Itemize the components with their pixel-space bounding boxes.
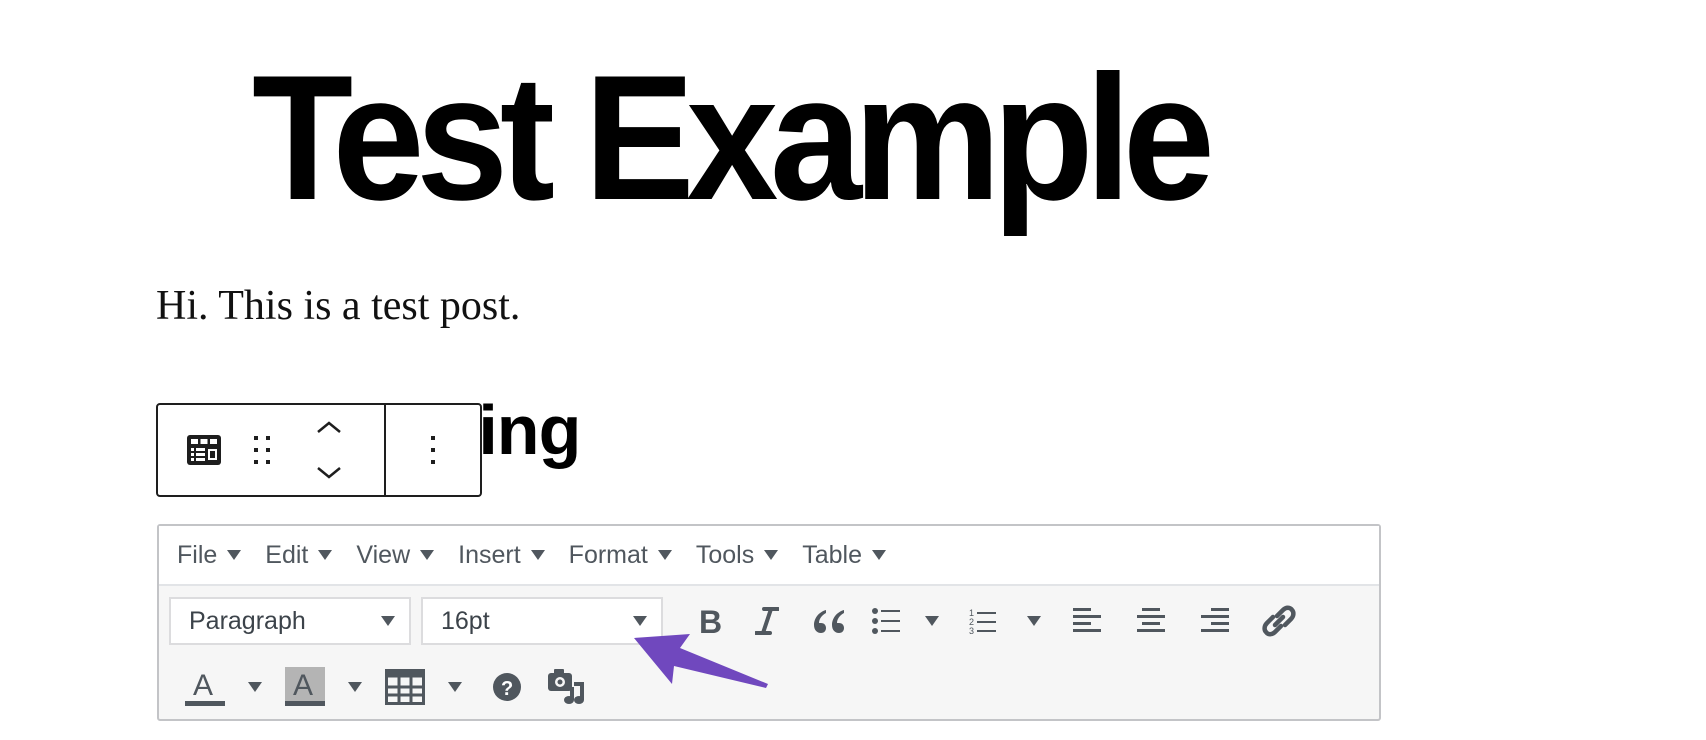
block-toolbar-main-group <box>158 405 386 495</box>
caret-down-icon <box>657 550 672 560</box>
align-right-button[interactable] <box>1183 597 1247 645</box>
caret-down-icon <box>1027 616 1041 626</box>
menu-file-label: File <box>177 540 218 569</box>
menu-file[interactable]: File <box>177 540 242 570</box>
block-toolbar <box>156 403 482 497</box>
help-button[interactable]: ? <box>477 663 537 711</box>
menu-format[interactable]: Format <box>569 541 672 570</box>
svg-text:A: A <box>293 669 313 702</box>
link-button[interactable] <box>1247 597 1311 645</box>
caret-down-icon <box>764 550 779 560</box>
numbered-list-icon: 1 2 3 <box>969 608 996 635</box>
caret-down-icon <box>530 550 545 560</box>
drag-handle-button[interactable] <box>250 432 274 468</box>
menu-insert-label: Insert <box>458 540 521 569</box>
table-icon <box>385 669 425 705</box>
editor-toolbar-row-1: Paragraph 16pt B 1 2 3 <box>159 586 1379 656</box>
caret-down-icon <box>348 682 362 692</box>
menu-edit-label: Edit <box>265 540 309 569</box>
block-mover <box>314 420 344 480</box>
align-center-icon <box>1137 608 1165 632</box>
menu-table-label: Table <box>802 540 862 569</box>
classic-editor: File Edit View Insert Format Tools Table… <box>157 524 1381 721</box>
numbered-list-button[interactable]: 1 2 3 <box>953 597 1013 645</box>
blockquote-button[interactable] <box>797 597 861 645</box>
font-size-select[interactable]: 16pt <box>421 597 663 645</box>
italic-icon <box>755 607 779 635</box>
italic-button[interactable] <box>737 597 797 645</box>
caret-down-icon <box>448 682 462 692</box>
svg-text:?: ? <box>501 678 513 700</box>
post-paragraph[interactable]: Hi. This is a test post. <box>156 278 520 334</box>
font-size-value: 16pt <box>441 606 490 635</box>
insert-media-button[interactable] <box>537 663 597 711</box>
insert-media-icon <box>548 669 584 704</box>
classic-block-icon <box>187 435 221 465</box>
background-color-icon: A <box>285 667 325 706</box>
menu-tools[interactable]: Tools <box>695 540 779 570</box>
align-left-button[interactable] <box>1055 597 1119 645</box>
caret-down-icon <box>227 550 242 560</box>
editor-menubar: File Edit View Insert Format Tools Table <box>159 526 1379 586</box>
menu-table[interactable]: Table <box>802 541 886 570</box>
chevron-up-icon[interactable] <box>316 420 342 434</box>
background-color-dropdown[interactable] <box>333 663 377 711</box>
text-color-icon: A <box>185 669 225 706</box>
svg-text:A: A <box>193 669 213 702</box>
bold-icon: B <box>699 606 721 636</box>
align-left-icon <box>1073 608 1101 632</box>
table-button[interactable] <box>377 663 433 711</box>
menu-format-label: Format <box>568 540 648 569</box>
post-title[interactable]: Test Example <box>252 38 1215 238</box>
align-right-icon <box>1201 608 1229 632</box>
bullet-list-dropdown[interactable] <box>911 597 953 645</box>
caret-down-icon <box>872 550 886 560</box>
background-color-button[interactable]: A <box>277 663 333 711</box>
block-format-value: Paragraph <box>189 606 306 635</box>
chevron-down-icon[interactable] <box>316 466 342 480</box>
help-icon: ? <box>493 673 521 701</box>
more-options-button[interactable] <box>430 435 436 465</box>
table-dropdown[interactable] <box>433 663 477 711</box>
numbered-list-dropdown[interactable] <box>1013 597 1055 645</box>
text-color-dropdown[interactable] <box>233 663 277 711</box>
block-type-button[interactable] <box>186 432 222 468</box>
caret-down-icon <box>633 616 647 626</box>
bullet-list-icon <box>872 608 900 634</box>
menu-tools-label: Tools <box>695 540 755 569</box>
block-toolbar-more-group <box>386 405 480 495</box>
caret-down-icon <box>318 550 333 560</box>
bullet-list-button[interactable] <box>861 597 911 645</box>
drag-handle-icon <box>254 436 270 464</box>
menu-insert[interactable]: Insert <box>458 541 545 570</box>
link-icon <box>1262 605 1296 637</box>
bold-button[interactable]: B <box>681 597 737 645</box>
svg-text:B: B <box>699 606 721 636</box>
editor-toolbar-row-2: A A ? <box>159 656 1379 718</box>
caret-down-icon <box>925 616 939 626</box>
menu-view[interactable]: View <box>356 540 435 570</box>
text-color-button[interactable]: A <box>177 663 233 711</box>
caret-down-icon <box>420 550 435 560</box>
blockquote-icon <box>814 610 844 633</box>
menu-view-label: View <box>356 540 411 569</box>
menu-edit[interactable]: Edit <box>265 540 333 570</box>
block-format-select[interactable]: Paragraph <box>169 597 411 645</box>
align-center-button[interactable] <box>1119 597 1183 645</box>
caret-down-icon <box>381 616 395 626</box>
caret-down-icon <box>248 682 262 692</box>
more-vertical-icon <box>431 436 435 464</box>
svg-text:3: 3 <box>969 626 974 635</box>
